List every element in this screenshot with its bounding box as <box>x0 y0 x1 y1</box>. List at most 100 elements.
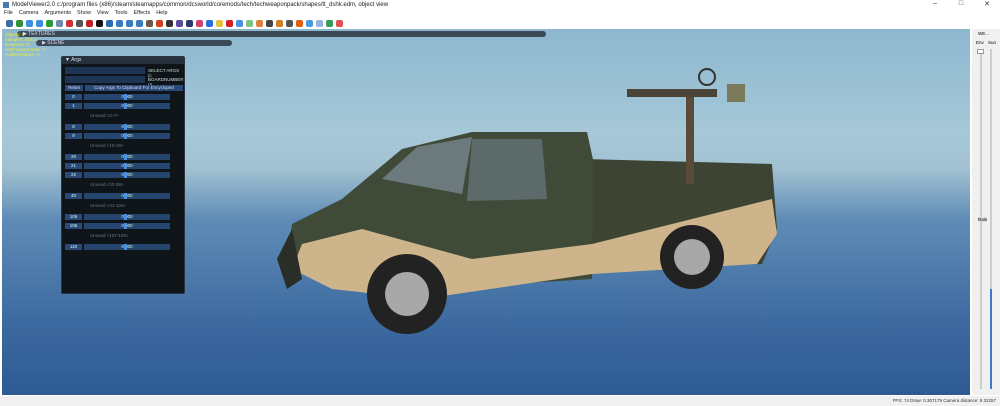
toolbar-button-15-icon[interactable] <box>156 19 163 27</box>
toolbar-button-7-icon[interactable] <box>76 19 83 27</box>
arg-index-button[interactable]: 9 <box>65 133 82 139</box>
arg-slider[interactable]: 0.000 <box>84 193 170 199</box>
toolbar-button-31-icon[interactable] <box>316 19 323 27</box>
toolbar-button-13-icon[interactable] <box>136 19 143 27</box>
toolbar-button-32-icon[interactable] <box>326 19 333 27</box>
toolbar-button-26-icon[interactable] <box>266 19 273 27</box>
toolbar-button-25-icon[interactable] <box>256 19 263 27</box>
arg-slider[interactable]: 0.000 <box>84 94 170 100</box>
rain-label: Rain <box>978 217 988 222</box>
arg-row: 210.000 <box>65 163 170 169</box>
toolbar-button-10-icon[interactable] <box>106 19 113 27</box>
menu-arguments[interactable]: Arguments <box>44 10 71 18</box>
arg-index-button[interactable]: 106 <box>65 223 82 229</box>
menu-camera[interactable]: Camera <box>19 10 39 18</box>
arg-index-button[interactable]: 21 <box>65 163 82 169</box>
minimize-button[interactable]: – <box>922 0 948 8</box>
toolbar-button-22-icon[interactable] <box>226 19 233 27</box>
toolbar-button-17-icon[interactable] <box>176 19 183 27</box>
arg-slider[interactable]: 0.000 <box>84 103 170 109</box>
toolbar-button-3-icon[interactable] <box>36 19 43 27</box>
select-args-input[interactable] <box>65 67 145 74</box>
args-window: ▼ Args SELECT ARGS (c BOARDNUMBER (A Res… <box>61 56 185 294</box>
arg-slider[interactable]: 0.000 <box>84 244 170 250</box>
toolbar-button-20-icon[interactable] <box>206 19 213 27</box>
menu-help[interactable]: Help <box>156 10 167 18</box>
toolbar-button-30-icon[interactable] <box>306 19 313 27</box>
slider-thumb[interactable] <box>124 94 127 100</box>
toolbar-button-9-icon[interactable] <box>96 19 103 27</box>
app-icon <box>3 2 9 8</box>
arg-index-button[interactable]: 0 <box>65 94 82 100</box>
toolbar-button-2-icon[interactable] <box>26 19 33 27</box>
reset-button[interactable]: Reset <box>65 85 83 91</box>
toolbar-button-12-icon[interactable] <box>126 19 133 27</box>
env-label: Env <box>976 40 984 45</box>
slider-thumb[interactable] <box>124 133 127 139</box>
arg-row: 80.000 <box>65 124 170 130</box>
toolbar-button-27-icon[interactable] <box>276 19 283 27</box>
toolbar-button-0-icon[interactable] <box>6 19 13 27</box>
slider-thumb[interactable] <box>124 193 127 199</box>
menu-effects[interactable]: Effects <box>133 10 150 18</box>
textures-panel-header[interactable]: ▶ TEXTURES <box>17 31 546 37</box>
toolbar-button-18-icon[interactable] <box>186 19 193 27</box>
menu-tools[interactable]: Tools <box>115 10 128 18</box>
weather-title: WE... <box>978 31 989 36</box>
3d-viewport[interactable]: ▶ TEXTURES ▶ SCENE objects: 6 triangles: … <box>2 29 970 395</box>
menu-file[interactable]: File <box>4 10 13 18</box>
args-title: Args <box>71 57 82 63</box>
toolbar-button-19-icon[interactable] <box>196 19 203 27</box>
arg-index-button[interactable]: 20 <box>65 154 82 160</box>
sun-slider-fill <box>990 289 992 389</box>
copy-args-button[interactable]: Copy Args To Clipboard For Encycloped <box>85 85 183 91</box>
arg-index-button[interactable]: 1 <box>65 103 82 109</box>
maximize-button[interactable]: □ <box>948 0 974 8</box>
toolbar-button-14-icon[interactable] <box>146 19 153 27</box>
toolbar-button-11-icon[interactable] <box>116 19 123 27</box>
args-header[interactable]: ▼ Args <box>62 57 184 64</box>
menu-view[interactable]: View <box>97 10 109 18</box>
slider-thumb[interactable] <box>124 163 127 169</box>
toolbar-button-21-icon[interactable] <box>216 19 223 27</box>
arg-row: 1100.000 <box>65 244 170 250</box>
menu-show[interactable]: Show <box>77 10 91 18</box>
toolbar-button-23-icon[interactable] <box>236 19 243 27</box>
scene-panel-header[interactable]: ▶ SCENE <box>36 40 232 46</box>
slider-thumb[interactable] <box>124 154 127 160</box>
close-button[interactable]: ✕ <box>974 0 1000 8</box>
arg-slider[interactable]: 0.000 <box>84 223 170 229</box>
slider-thumb[interactable] <box>124 172 127 178</box>
slider-thumb[interactable] <box>124 223 127 229</box>
boardnumber-input[interactable] <box>65 76 145 83</box>
arg-index-button[interactable]: 105 <box>65 214 82 220</box>
slider-thumb[interactable] <box>124 103 127 109</box>
toolbar-button-6-icon[interactable] <box>66 19 73 27</box>
slider-thumb[interactable] <box>124 124 127 130</box>
slider-thumb[interactable] <box>124 214 127 220</box>
arg-slider[interactable]: 0.000 <box>84 172 170 178</box>
toolbar-button-24-icon[interactable] <box>246 19 253 27</box>
arg-index-button[interactable]: 110 <box>65 244 82 250</box>
arg-index-button[interactable]: 40 <box>65 193 82 199</box>
toolbar-button-33-icon[interactable] <box>336 19 343 27</box>
arg-index-button[interactable]: 22 <box>65 172 82 178</box>
toolbar-button-28-icon[interactable] <box>286 19 293 27</box>
slider-thumb[interactable] <box>124 244 127 250</box>
arg-slider[interactable]: 0.000 <box>84 124 170 130</box>
arg-slider[interactable]: 0.000 <box>84 163 170 169</box>
toolbar-button-8-icon[interactable] <box>86 19 93 27</box>
arg-index-button[interactable]: 8 <box>65 124 82 130</box>
arg-slider[interactable]: 0.000 <box>84 133 170 139</box>
toolbar-button-5-icon[interactable] <box>56 19 63 27</box>
arg-slider[interactable]: 0.000 <box>84 154 170 160</box>
stat-line: cullByDistance: 0 <box>5 52 40 57</box>
toolbar-button-4-icon[interactable] <box>46 19 53 27</box>
env-slider-thumb[interactable] <box>977 49 984 54</box>
arg-slider[interactable]: 0.000 <box>84 214 170 220</box>
toolbar-button-16-icon[interactable] <box>166 19 173 27</box>
arg-row: 1050.000 <box>65 214 170 220</box>
arg-row: 10.000 <box>65 103 170 109</box>
toolbar-button-29-icon[interactable] <box>296 19 303 27</box>
toolbar-button-1-icon[interactable] <box>16 19 23 27</box>
